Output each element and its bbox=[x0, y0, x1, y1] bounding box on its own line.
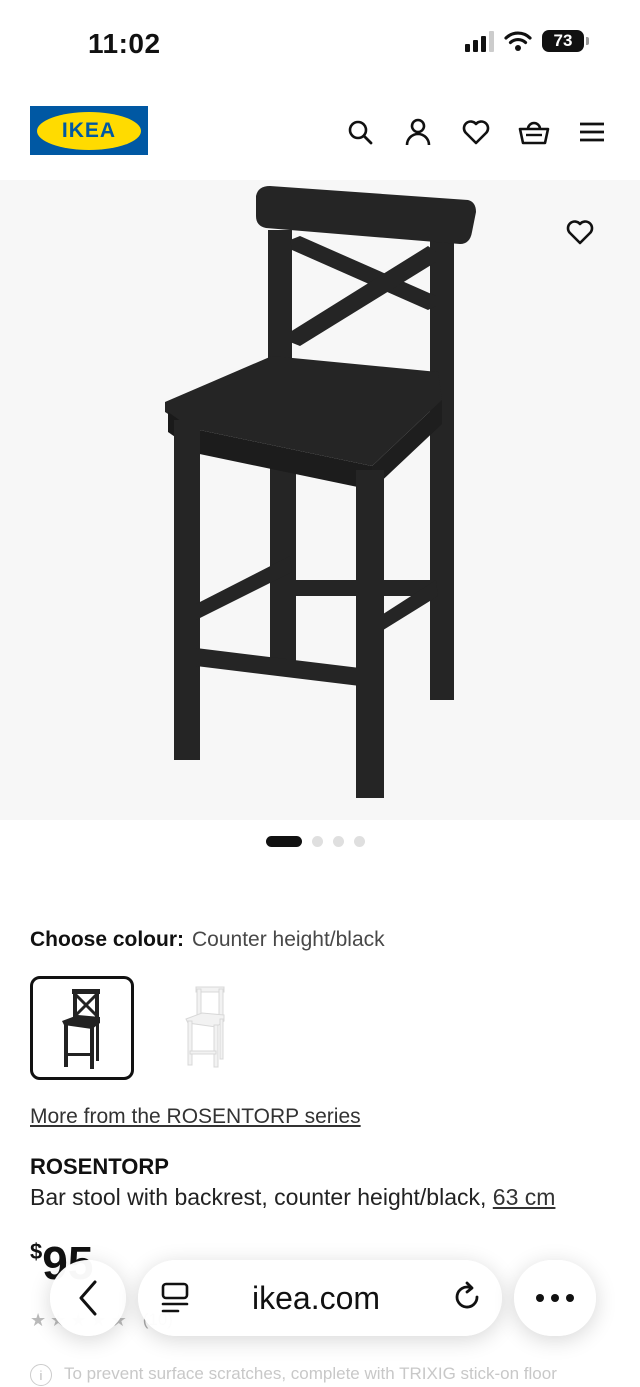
hamburger-menu-icon bbox=[580, 122, 604, 142]
colour-swatch-white[interactable] bbox=[156, 976, 256, 1076]
colour-swatch-black[interactable] bbox=[30, 976, 134, 1080]
bar-stool-image bbox=[165, 186, 476, 798]
black-stool-thumbnail bbox=[62, 989, 100, 1069]
gallery-dot[interactable] bbox=[354, 836, 365, 847]
profile-icon bbox=[405, 118, 431, 146]
battery-level: 73 bbox=[553, 31, 573, 50]
info-icon: i bbox=[30, 1364, 52, 1386]
account-button[interactable] bbox=[400, 114, 436, 150]
gallery-dot[interactable] bbox=[312, 836, 323, 847]
chevron-left-icon bbox=[79, 1280, 97, 1316]
search-button[interactable] bbox=[342, 114, 378, 150]
colour-selector-label: Choose colour: Counter height/black bbox=[30, 928, 385, 952]
address-bar[interactable]: ikea.com bbox=[138, 1260, 502, 1336]
browser-toolbar: ikea.com bbox=[0, 1252, 640, 1352]
status-bar: 11:02 73 bbox=[0, 0, 640, 88]
heart-icon bbox=[566, 220, 594, 245]
status-time: 11:02 bbox=[88, 28, 161, 59]
browser-back-button[interactable] bbox=[50, 1260, 126, 1336]
gallery-pagination bbox=[266, 836, 365, 847]
site-header: IKEA bbox=[0, 100, 640, 164]
white-stool-thumbnail bbox=[185, 986, 225, 1068]
product-description-text: Bar stool with backrest, counter height/… bbox=[30, 1184, 487, 1210]
series-link[interactable]: More from the ROSENTORP series bbox=[30, 1105, 361, 1129]
heart-icon bbox=[462, 120, 490, 145]
product-size-link[interactable]: 63 cm bbox=[493, 1184, 556, 1210]
colour-label: Choose colour: bbox=[30, 928, 185, 951]
search-icon bbox=[348, 120, 373, 145]
info-notice: i To prevent surface scratches, complete… bbox=[30, 1364, 557, 1386]
url-text: ikea.com bbox=[252, 1279, 381, 1316]
reader-mode-icon[interactable] bbox=[160, 1282, 190, 1314]
product-name: ROSENTORP bbox=[30, 1154, 169, 1179]
wifi-icon bbox=[504, 31, 532, 51]
header-actions bbox=[342, 114, 610, 150]
gallery-dot[interactable] bbox=[266, 836, 302, 847]
image-favourite-button[interactable] bbox=[560, 212, 600, 252]
menu-button[interactable] bbox=[574, 114, 610, 150]
status-icons: 73 bbox=[465, 30, 589, 52]
basket-button[interactable] bbox=[516, 114, 552, 150]
cellular-signal-icon bbox=[465, 30, 494, 52]
logo-text: IKEA bbox=[61, 118, 117, 142]
favourites-button[interactable] bbox=[458, 114, 494, 150]
basket-icon bbox=[518, 121, 550, 145]
gallery-dot[interactable] bbox=[333, 836, 344, 847]
colour-value: Counter height/black bbox=[192, 928, 385, 951]
reload-icon[interactable] bbox=[450, 1280, 484, 1314]
notice-text: To prevent surface scratches, complete w… bbox=[64, 1364, 557, 1383]
battery-icon: 73 bbox=[542, 30, 589, 52]
more-dots-icon bbox=[536, 1294, 574, 1302]
product-description: Bar stool with backrest, counter height/… bbox=[30, 1184, 555, 1211]
browser-more-button[interactable] bbox=[514, 1260, 596, 1336]
product-image[interactable] bbox=[0, 180, 640, 820]
ikea-logo[interactable]: IKEA bbox=[30, 106, 148, 155]
